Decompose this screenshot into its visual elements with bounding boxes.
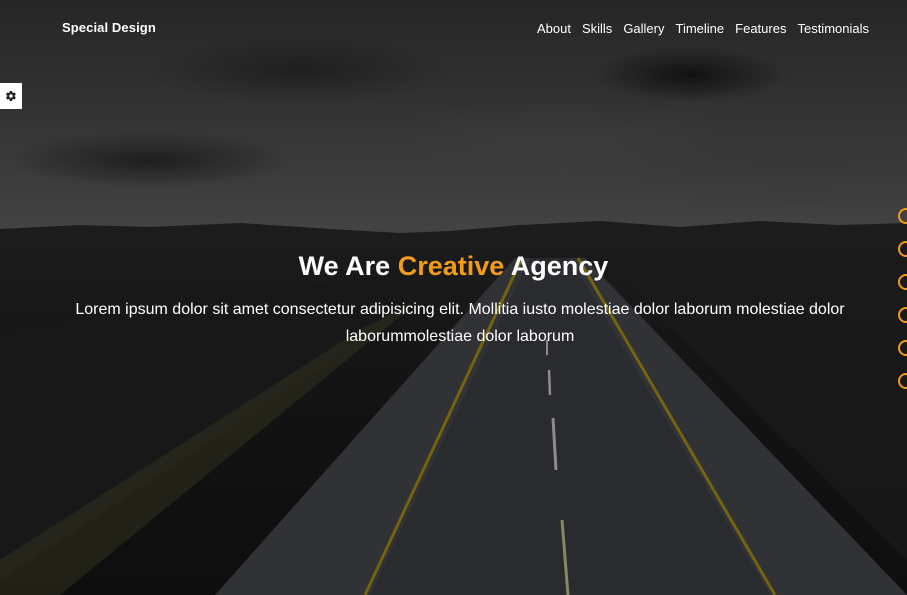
nav-testimonials[interactable]: Testimonials (797, 21, 869, 36)
nav-timeline[interactable]: Timeline (676, 21, 725, 36)
nav-features[interactable]: Features (735, 21, 786, 36)
hero-title-part1: We Are (298, 251, 398, 281)
bullet-about[interactable] (898, 208, 907, 224)
hero-title-part2: Agency (504, 251, 609, 281)
nav-about[interactable]: About (537, 21, 571, 36)
hero-title-accent: Creative (397, 251, 505, 281)
bullet-testimonials[interactable] (898, 373, 907, 389)
gear-icon (6, 90, 16, 102)
brand-logo[interactable]: Special Design (62, 20, 156, 35)
section-bullets (898, 208, 907, 389)
settings-toggle-button[interactable] (0, 83, 22, 109)
bullet-features[interactable] (898, 340, 907, 356)
bullet-timeline[interactable] (898, 307, 907, 323)
nav-gallery[interactable]: Gallery (623, 21, 664, 36)
nav-skills[interactable]: Skills (582, 21, 612, 36)
hero-title: We Are Creative Agency (0, 251, 907, 282)
hero-description: Lorem ipsum dolor sit amet consectetur a… (75, 301, 845, 345)
main-nav: About Skills Gallery Timeline Features T… (526, 21, 869, 36)
